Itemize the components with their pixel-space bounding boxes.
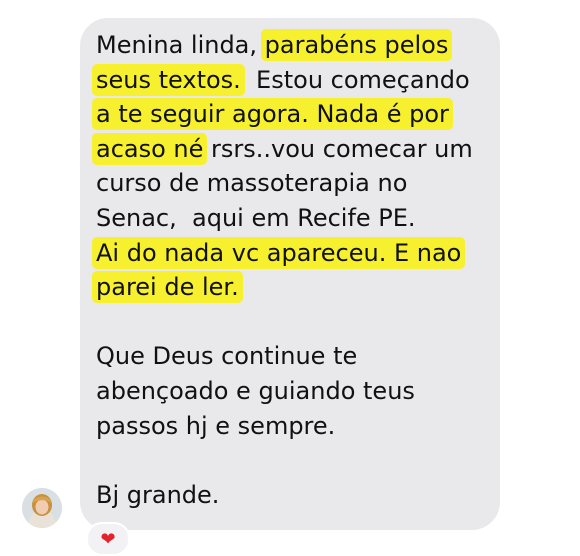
message-line: Senac, aqui em Recife PE. xyxy=(96,203,416,232)
message-line: seus textos. Estou começando xyxy=(92,63,496,98)
sender-avatar[interactable] xyxy=(22,488,62,528)
message-text: Menina linda, parabéns pelos seus textos… xyxy=(92,28,496,512)
message-line: passos hj e sempre. xyxy=(96,411,336,440)
highlighted-text: a te seguir agora. Nada é por xyxy=(92,98,453,131)
message-line: curso de massoterapia no xyxy=(96,169,408,198)
heart-icon: ❤ xyxy=(100,528,116,550)
highlighted-text: Ai do nada vc apareceu. E nao xyxy=(92,236,466,269)
message-line: acaso né rsrs..vou comecar um xyxy=(92,132,496,167)
message-line: Ai do nada vc apareceu. E nao xyxy=(92,236,496,271)
avatar-photo xyxy=(22,488,62,528)
highlighted-text: acaso né xyxy=(92,132,208,165)
message-line: Menina linda, parabéns pelos xyxy=(96,28,496,63)
message-line: Bj grande. xyxy=(96,480,220,509)
message-line: Que Deus continue te xyxy=(96,342,358,371)
message-line: parei de ler. xyxy=(92,270,496,305)
message-line: abençoado e guiando teus xyxy=(96,376,415,405)
highlighted-text: parabéns pelos xyxy=(260,29,453,61)
highlighted-text: parei de ler. xyxy=(92,271,243,304)
highlighted-text: seus textos. xyxy=(92,63,245,96)
message-line: a te seguir agora. Nada é por xyxy=(92,97,496,132)
